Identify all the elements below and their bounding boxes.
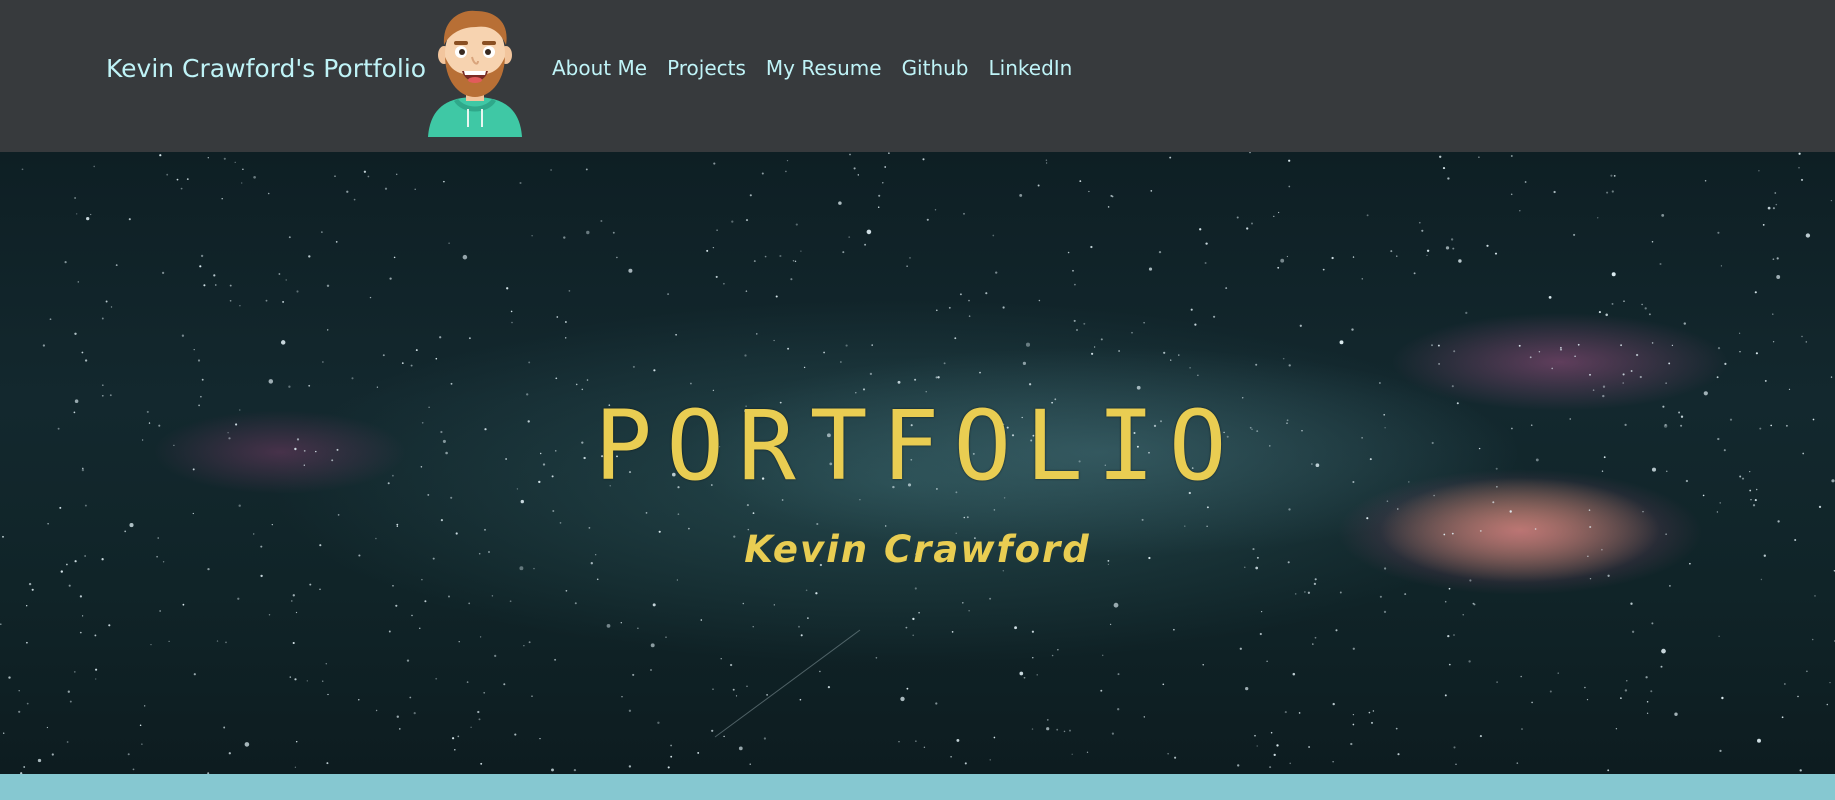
hero-subtitle: Kevin Crawford (744, 528, 1091, 571)
hero-banner: PORTFOLIO Kevin Crawford (0, 152, 1835, 774)
nav-link-linkedin[interactable]: LinkedIn (989, 56, 1073, 80)
nav-links: About Me Projects My Resume Github Linke… (552, 56, 1092, 80)
bottom-section-band (0, 774, 1835, 800)
navbar: Kevin Crawford's Portfolio About Me Proj… (0, 0, 1835, 152)
avatar-icon (428, 10, 522, 137)
nav-link-github[interactable]: Github (902, 56, 969, 80)
hero-title: PORTFOLIO (594, 390, 1241, 502)
nav-link-about-me[interactable]: About Me (552, 56, 647, 80)
brand-link[interactable]: Kevin Crawford's Portfolio (106, 54, 426, 83)
nav-link-my-resume[interactable]: My Resume (766, 56, 882, 80)
nav-link-projects[interactable]: Projects (667, 56, 746, 80)
